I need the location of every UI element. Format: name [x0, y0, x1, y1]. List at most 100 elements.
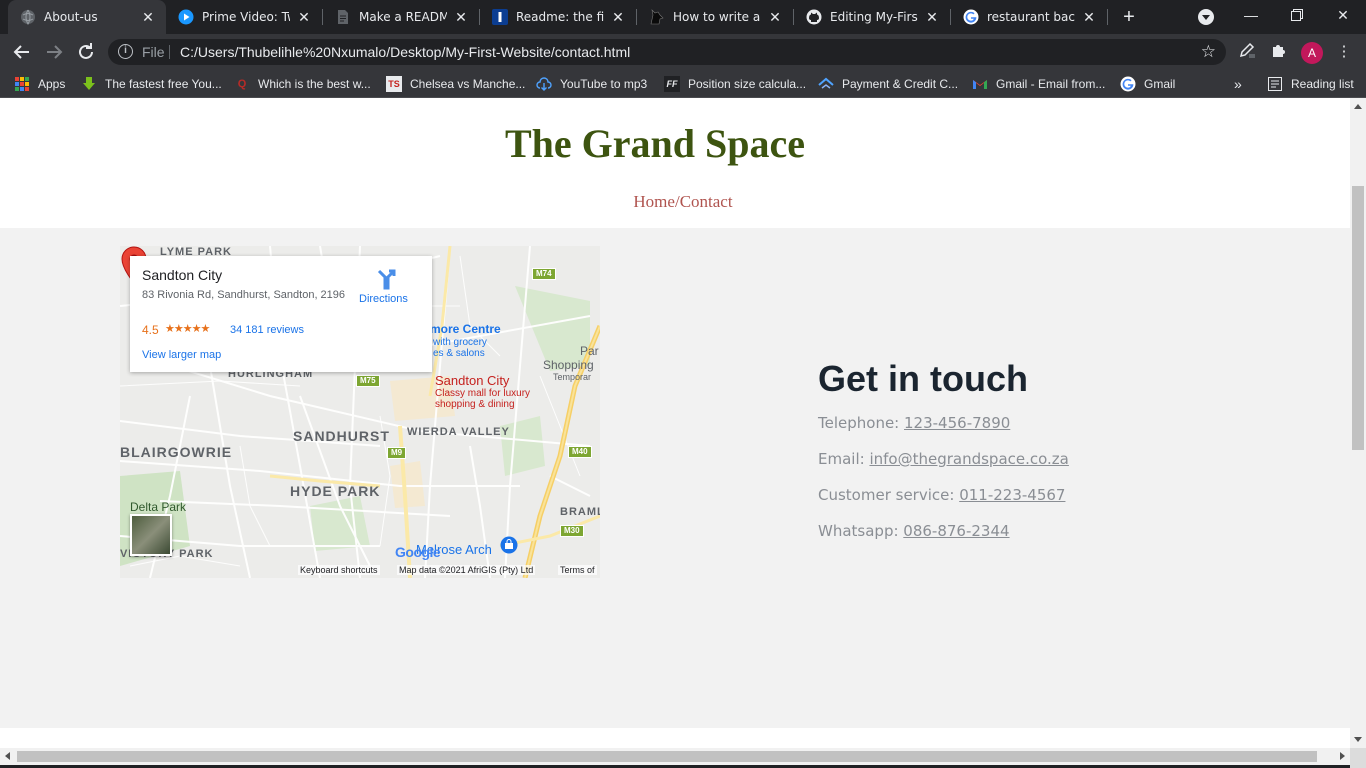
tab-restaurant-background[interactable]: restaurant backg ✕: [951, 0, 1107, 34]
vertical-scrollbar[interactable]: [1350, 98, 1366, 748]
map-data-credit: Map data ©2021 AfriGIS (Pty) Ltd: [397, 565, 536, 575]
close-tab-icon[interactable]: ✕: [610, 9, 626, 25]
breadcrumb-home-link[interactable]: Home: [633, 192, 675, 211]
telephone-link[interactable]: 123-456-7890: [904, 414, 1010, 432]
google-icon: [963, 9, 979, 25]
contact-label: Email:: [818, 450, 870, 468]
globe-icon: [20, 9, 36, 25]
close-tab-icon[interactable]: ✕: [296, 9, 312, 25]
close-tab-icon[interactable]: ✕: [453, 9, 469, 25]
extensions-puzzle-icon[interactable]: [1268, 41, 1290, 63]
tab-editing-github[interactable]: Editing My-First-V ✕: [794, 0, 950, 34]
contact-customer-service: Customer service: 011-223-4567: [818, 486, 1065, 504]
address-url[interactable]: C:/Users/Thubelihle%20Nxumalo/Desktop/My…: [180, 44, 630, 60]
bookmark-star-icon[interactable]: ☆: [1201, 42, 1216, 62]
bookmark-chelsea[interactable]: TS Chelsea vs Manche...: [386, 75, 525, 93]
map-poi-delta-park: Delta Park: [130, 500, 187, 514]
close-tab-icon[interactable]: ✕: [767, 9, 783, 25]
contact-whatsapp: Whatsapp: 086-876-2344: [818, 522, 1010, 540]
bookmark-which-best[interactable]: Q Which is the best w...: [234, 75, 371, 93]
cloud-download-icon: [536, 76, 552, 92]
scroll-down-arrow-icon[interactable]: [1354, 737, 1362, 742]
close-tab-icon[interactable]: ✕: [924, 9, 940, 25]
google-map-embed[interactable]: LYME PARK HURLINGHAM SANDHURST WIERDA VA…: [120, 246, 600, 578]
contact-email: Email: info@thegrandspace.co.za: [818, 450, 1069, 468]
info-icon[interactable]: i: [118, 44, 133, 59]
map-area-label: SANDHURST: [293, 428, 390, 444]
customer-service-link[interactable]: 011-223-4567: [959, 486, 1065, 504]
close-window-button[interactable]: ✕: [1320, 0, 1366, 30]
restore-icon: [1291, 9, 1303, 21]
bookmark-label: Payment & Credit C...: [842, 77, 959, 91]
directions-button[interactable]: Directions: [359, 293, 408, 305]
minimize-button[interactable]: —: [1228, 0, 1274, 30]
prime-video-icon: [178, 9, 194, 25]
back-button[interactable]: [10, 40, 34, 64]
bookmark-position-size[interactable]: FF Position size calcula...: [664, 75, 806, 93]
bookmark-youtube-mp3[interactable]: YouTube to mp3: [536, 75, 647, 93]
menu-kebab-icon[interactable]: ⋮: [1333, 41, 1355, 63]
reload-icon: [79, 43, 93, 59]
satellite-toggle[interactable]: [130, 514, 172, 556]
bookmark-fastest-free[interactable]: The fastest free You...: [81, 75, 222, 93]
keyboard-shortcuts-link[interactable]: Keyboard shortcuts: [298, 565, 380, 575]
bookmark-label: Position size calcula...: [688, 77, 807, 91]
bookmark-label: YouTube to mp3: [560, 77, 648, 91]
google-logo: Google: [395, 544, 441, 560]
bookmark-gmail[interactable]: Gmail: [1120, 75, 1175, 93]
breadcrumb-contact-link[interactable]: Contact: [680, 192, 733, 211]
download-arrow-icon: [81, 76, 97, 92]
tab-strip: About-us ✕ Prime Video: Two ✕ Make a REA…: [0, 0, 1366, 34]
scroll-up-arrow-icon[interactable]: [1354, 104, 1362, 109]
tab-make-readme[interactable]: Make a README ✕: [323, 0, 479, 34]
document-icon: [335, 9, 351, 25]
horizontal-scrollbar[interactable]: [0, 748, 1350, 765]
reviews-link[interactable]: 34 181 reviews: [230, 324, 304, 336]
horizontal-scroll-thumb[interactable]: [17, 751, 1317, 762]
tab-about-us[interactable]: About-us ✕: [8, 0, 166, 34]
vertical-scroll-thumb[interactable]: [1352, 186, 1364, 450]
place-name: Sandton City: [142, 267, 223, 283]
bookmark-payment[interactable]: Payment & Credit C...: [818, 75, 958, 93]
tab-title: Make a README: [359, 10, 447, 24]
scroll-right-arrow-icon[interactable]: [1340, 752, 1345, 760]
whatsapp-link[interactable]: 086-876-2344: [903, 522, 1009, 540]
page-footer: [0, 728, 1350, 748]
bookmark-apps[interactable]: Apps: [14, 75, 65, 93]
contact-label: Whatsapp:: [818, 522, 904, 540]
new-tab-button[interactable]: +: [1118, 6, 1140, 28]
bookmark-gmail-email[interactable]: Gmail - Email from...: [972, 75, 1105, 93]
contact-label: Telephone:: [818, 414, 905, 432]
directions-icon[interactable]: [375, 268, 397, 290]
dog-icon: [649, 9, 665, 25]
scroll-left-arrow-icon[interactable]: [5, 752, 10, 760]
restore-button[interactable]: [1274, 0, 1320, 30]
reload-button[interactable]: [74, 40, 98, 64]
tab-readme-file[interactable]: Readme: the file t ✕: [480, 0, 636, 34]
close-tab-icon[interactable]: ✕: [140, 9, 156, 25]
email-link[interactable]: info@thegrandspace.co.za: [869, 450, 1068, 468]
bookmark-label: Which is the best w...: [258, 77, 371, 91]
map-area-label: BLAIRGOWRIE: [120, 444, 233, 460]
forward-button[interactable]: [42, 40, 66, 64]
reading-list-button[interactable]: Reading list: [1267, 75, 1354, 93]
tab-how-to-write[interactable]: How to write a go ✕: [637, 0, 793, 34]
address-bar[interactable]: i File C:/Users/Thubelihle%20Nxumalo/Des…: [108, 39, 1226, 65]
tab-prime-video[interactable]: Prime Video: Two ✕: [166, 0, 322, 34]
view-larger-map-link[interactable]: View larger map: [142, 349, 221, 361]
github-icon: [806, 9, 822, 25]
close-tab-icon[interactable]: ✕: [1081, 9, 1097, 25]
site-header: The Grand Space Home/Contact: [0, 98, 1350, 228]
map-area-label: WIERDA VALLEY: [407, 426, 510, 438]
bookmark-label: Chelsea vs Manche...: [410, 77, 526, 91]
ff-icon: FF: [664, 76, 680, 92]
place-rating: 4.5: [142, 323, 159, 337]
address-scheme: File: [142, 44, 165, 60]
route-shield: M30: [560, 525, 584, 537]
profile-avatar[interactable]: A: [1301, 42, 1323, 64]
tab-search-icon[interactable]: [1198, 9, 1214, 25]
terms-link[interactable]: Terms of: [558, 565, 597, 575]
more-bookmarks-chevron-icon[interactable]: »: [1234, 75, 1242, 93]
pen-extension-icon[interactable]: [1236, 41, 1258, 63]
ts-icon: TS: [386, 76, 402, 92]
